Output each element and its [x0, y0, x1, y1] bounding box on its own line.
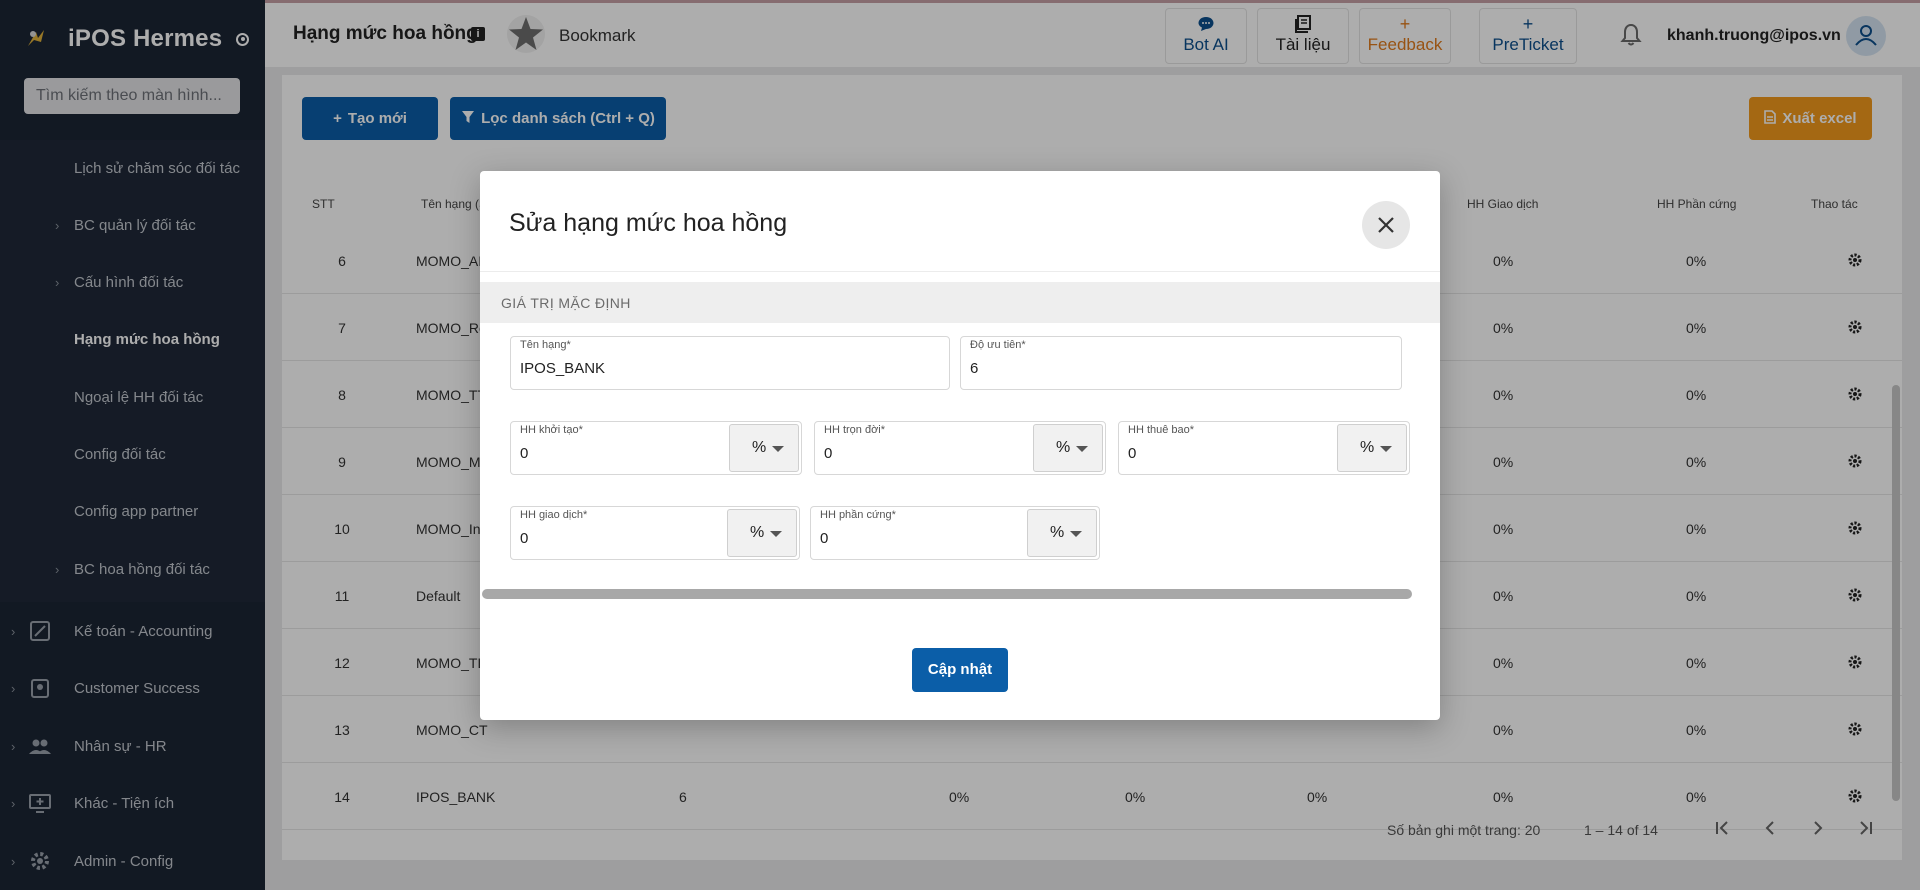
unit-select[interactable]: %	[1027, 509, 1097, 557]
unit-value: %	[1050, 524, 1065, 541]
do-uu-tien-field[interactable]: Độ ưu tiên* 6	[960, 336, 1402, 390]
caret-down-icon	[772, 446, 784, 452]
section-label: GIÁ TRỊ MẶC ĐỊNH	[501, 295, 631, 311]
unit-select[interactable]: %	[1033, 424, 1103, 472]
field-value: 0	[520, 445, 529, 462]
field-value: 0	[520, 530, 529, 547]
close-button[interactable]	[1362, 201, 1410, 249]
field-label: Tên hạng*	[520, 339, 571, 351]
caret-down-icon	[770, 531, 782, 537]
field-value: 0	[824, 445, 833, 462]
unit-select[interactable]: %	[727, 509, 797, 557]
unit-value: %	[750, 524, 765, 541]
hh-tron-doi-field[interactable]: HH trọn đời* 0 %	[814, 421, 1106, 475]
field-label: HH khởi tạo*	[520, 424, 583, 436]
field-value: IPOS_BANK	[520, 360, 606, 377]
caret-down-icon	[1076, 446, 1088, 452]
section-header: GIÁ TRỊ MẶC ĐỊNH	[480, 282, 1440, 323]
field-label: HH phần cứng*	[820, 509, 896, 521]
caret-down-icon	[1380, 446, 1392, 452]
dialog-divider	[480, 271, 1440, 272]
ten-hang-field[interactable]: Tên hạng* IPOS_BANK	[510, 336, 950, 390]
caret-down-icon	[1070, 531, 1082, 537]
field-label: HH giao dịch*	[520, 509, 588, 521]
field-label: Độ ưu tiên*	[970, 339, 1026, 351]
field-value: 0	[820, 530, 829, 547]
hh-thue-bao-field[interactable]: HH thuê bao* 0 %	[1118, 421, 1410, 475]
field-label: HH thuê bao*	[1128, 424, 1195, 436]
unit-value: %	[1056, 439, 1071, 456]
edit-commission-dialog: Sửa hạng mức hoa hồng GIÁ TRỊ MẶC ĐỊNH T…	[480, 171, 1440, 720]
field-value: 0	[1128, 445, 1137, 462]
hh-giao-dich-field[interactable]: HH giao dịch* 0 %	[510, 506, 800, 560]
update-button[interactable]: Cập nhật	[912, 648, 1008, 692]
hh-khoi-tao-field[interactable]: HH khởi tạo* 0 %	[510, 421, 802, 475]
dialog-title: Sửa hạng mức hoa hồng	[509, 209, 788, 237]
unit-select[interactable]: %	[729, 424, 799, 472]
close-icon	[1378, 217, 1394, 233]
unit-value: %	[1360, 439, 1375, 456]
unit-select[interactable]: %	[1337, 424, 1407, 472]
field-label: HH trọn đời*	[824, 424, 886, 436]
hh-phan-cung-field[interactable]: HH phần cứng* 0 %	[810, 506, 1100, 560]
field-value: 6	[970, 360, 979, 377]
unit-value: %	[752, 439, 767, 456]
horizontal-scrollbar[interactable]	[482, 589, 1412, 599]
